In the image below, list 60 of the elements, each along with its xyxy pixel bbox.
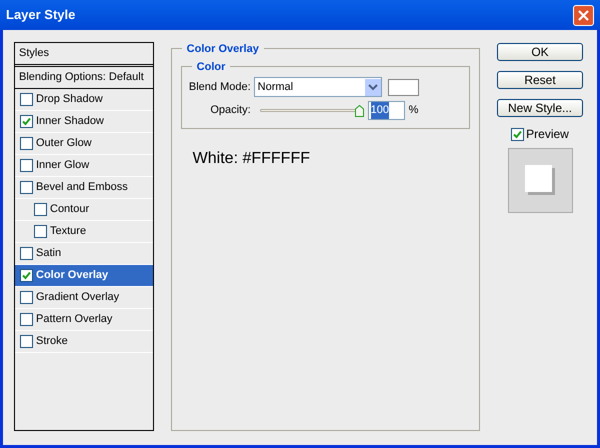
styles-header[interactable]: Styles: [15, 43, 153, 67]
chevron-down-icon: [364, 78, 381, 96]
dialog-button[interactable]: New Style...: [497, 99, 583, 117]
style-item[interactable]: Pattern Overlay: [15, 309, 153, 331]
checkbox[interactable]: [511, 128, 524, 140]
style-label: Inner Glow: [36, 158, 90, 174]
close-icon: [578, 10, 589, 20]
color-swatch[interactable]: [388, 78, 419, 96]
style-item[interactable]: Outer Glow: [15, 133, 153, 155]
check-icon: [22, 117, 31, 126]
checkbox[interactable]: [20, 93, 33, 106]
dialog-button[interactable]: Reset: [497, 71, 583, 89]
style-item[interactable]: Color Overlay: [15, 265, 153, 287]
checkbox[interactable]: [20, 247, 33, 260]
checkbox[interactable]: [20, 181, 33, 194]
opacity-slider[interactable]: [260, 104, 364, 116]
check-icon: [513, 130, 522, 138]
checkbox[interactable]: [34, 203, 47, 216]
style-label: Texture: [50, 224, 86, 240]
opacity-field[interactable]: 100: [368, 101, 405, 120]
slider-thumb[interactable]: [354, 104, 364, 116]
window-title: Layer Style: [6, 6, 76, 24]
checkbox[interactable]: [34, 225, 47, 238]
checkbox[interactable]: [20, 115, 33, 128]
group-title: Color Overlay: [182, 41, 264, 58]
style-label: Contour: [50, 202, 90, 218]
preview-label: Preview: [526, 126, 569, 143]
style-label: Color Overlay: [36, 268, 108, 284]
color-note: White: #FFFFFF: [192, 149, 311, 169]
percent-label: %: [408, 103, 418, 118]
checkbox[interactable]: [20, 291, 33, 304]
style-item[interactable]: Contour: [15, 199, 153, 221]
checkbox[interactable]: [20, 313, 33, 326]
style-label: Bevel and Emboss: [36, 180, 128, 196]
style-label: Outer Glow: [36, 136, 92, 152]
style-label: Satin: [36, 246, 62, 262]
style-label: Pattern Overlay: [36, 312, 112, 328]
blend-mode-dropdown[interactable]: Normal: [254, 77, 382, 97]
style-item[interactable]: Bevel and Emboss: [15, 177, 153, 199]
style-item[interactable]: Inner Shadow: [15, 111, 153, 133]
check-icon: [22, 271, 31, 280]
opacity-label: Opacity:: [209, 103, 251, 118]
style-item[interactable]: Gradient Overlay: [15, 287, 153, 309]
checkbox[interactable]: [20, 137, 33, 150]
preview-square-drawing: [524, 165, 554, 195]
style-label: Stroke: [36, 334, 68, 350]
style-label: Drop Shadow: [36, 92, 103, 108]
checkbox[interactable]: [20, 159, 33, 172]
checkbox[interactable]: [20, 335, 33, 348]
checkbox[interactable]: [20, 269, 33, 282]
style-item[interactable]: Inner Glow: [15, 155, 153, 177]
dialog-button[interactable]: OK: [497, 43, 583, 61]
style-item[interactable]: Texture: [15, 221, 153, 243]
style-item[interactable]: Stroke: [15, 331, 153, 353]
style-label: Inner Shadow: [36, 114, 104, 130]
blend-mode-label: Blend Mode:: [188, 80, 251, 95]
close-button[interactable]: [573, 4, 594, 26]
style-item[interactable]: Drop Shadow: [15, 89, 153, 111]
blending-options[interactable]: Blending Options: Default: [15, 67, 153, 89]
style-label: Gradient Overlay: [36, 290, 120, 306]
